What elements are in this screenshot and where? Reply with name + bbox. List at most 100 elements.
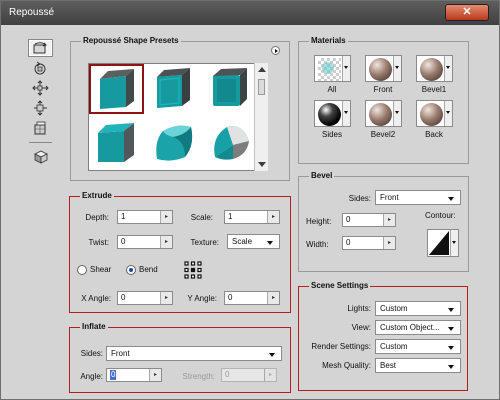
material-all-button[interactable] bbox=[314, 55, 351, 82]
y-angle-field[interactable]: 0 ▸ bbox=[224, 291, 280, 305]
inflate-strength-label: Strength: bbox=[182, 372, 215, 381]
scroll-thumb[interactable] bbox=[258, 79, 265, 95]
depth-slider-arrow-icon[interactable]: ▸ bbox=[160, 211, 172, 223]
scale-tool-button[interactable] bbox=[28, 119, 53, 137]
linear-contour-icon bbox=[429, 231, 449, 255]
contour-picker[interactable] bbox=[427, 229, 459, 257]
preset-tile[interactable] bbox=[146, 64, 201, 114]
chevron-down-icon bbox=[448, 308, 454, 312]
texture-select[interactable]: Scale bbox=[227, 234, 280, 249]
bevel-height-slider-arrow-icon[interactable]: ▸ bbox=[383, 214, 395, 226]
dropdown-arrow-icon[interactable] bbox=[393, 101, 401, 126]
material-front-button[interactable] bbox=[365, 55, 402, 82]
material-sides-button[interactable] bbox=[314, 100, 351, 127]
material-back-label: Back bbox=[425, 130, 443, 139]
render-settings-select[interactable]: Custom bbox=[375, 339, 461, 354]
view-label: View: bbox=[351, 323, 371, 332]
inflate-angle-slider-arrow-icon[interactable]: ▸ bbox=[149, 369, 161, 381]
preset-grid[interactable] bbox=[88, 63, 268, 171]
shear-label: Shear bbox=[90, 265, 112, 274]
depth-field[interactable]: 1 ▸ bbox=[117, 210, 173, 224]
preset-tile[interactable] bbox=[202, 116, 257, 166]
bevel-height-field[interactable]: 0 ▸ bbox=[342, 213, 396, 227]
inflate-sides-select[interactable]: Front bbox=[106, 346, 282, 361]
drag-tool-button[interactable] bbox=[28, 79, 53, 97]
material-sides-label: Sides bbox=[321, 130, 342, 139]
y-angle-slider-arrow-icon[interactable]: ▸ bbox=[267, 292, 279, 304]
chevron-down-icon bbox=[269, 353, 275, 357]
reference-point-grid-icon[interactable] bbox=[184, 261, 202, 279]
scroll-down-arrow-icon[interactable] bbox=[258, 162, 266, 167]
rounded-cube-preset-icon bbox=[212, 68, 247, 106]
presets-menu-flyout-icon[interactable] bbox=[271, 46, 280, 55]
lights-select[interactable]: Custom bbox=[375, 301, 461, 316]
flat-extrusion-preset-icon bbox=[97, 123, 134, 162]
twist-field[interactable]: 0 ▸ bbox=[117, 235, 173, 249]
inflate-sides-value: Front bbox=[111, 349, 130, 358]
bend-radio[interactable] bbox=[126, 265, 136, 275]
x-angle-label: X Angle: bbox=[81, 294, 111, 303]
inflate-strength-value: 0 bbox=[225, 370, 230, 379]
inflated-cube-preset-icon bbox=[155, 125, 192, 161]
bevel-height-label: Height: bbox=[306, 217, 332, 226]
title-bar: Repoussé ✕ bbox=[1, 1, 499, 25]
lights-label: Lights: bbox=[347, 304, 371, 313]
render-settings-value: Custom bbox=[380, 342, 408, 351]
texture-value: Scale bbox=[232, 237, 253, 246]
scale-slider-arrow-icon[interactable]: ▸ bbox=[267, 211, 279, 223]
preset-tile[interactable] bbox=[202, 64, 257, 114]
slide-object-icon bbox=[34, 100, 47, 116]
twist-slider-arrow-icon[interactable]: ▸ bbox=[160, 236, 172, 248]
dropdown-arrow-icon[interactable] bbox=[450, 230, 458, 256]
scale-value: 1 bbox=[228, 212, 233, 221]
inflate-angle-label: Angle: bbox=[80, 372, 103, 381]
slide-tool-button[interactable] bbox=[28, 99, 53, 117]
material-bevel1-button[interactable] bbox=[416, 55, 453, 82]
material-bevel2-button[interactable] bbox=[365, 100, 402, 127]
material-bevel1-label: Bevel1 bbox=[421, 85, 447, 94]
materials-legend: Materials bbox=[309, 36, 348, 46]
roll-tool-button[interactable] bbox=[28, 59, 53, 77]
bevel-width-value: 0 bbox=[346, 238, 351, 247]
depth-value: 1 bbox=[121, 212, 126, 221]
camera-tool-button[interactable] bbox=[28, 147, 53, 165]
preset-tile[interactable] bbox=[89, 116, 144, 166]
bevel-width-field[interactable]: 0 ▸ bbox=[342, 236, 396, 250]
material-back-button[interactable] bbox=[416, 100, 453, 127]
preset-tile[interactable] bbox=[146, 116, 201, 166]
dropdown-arrow-icon[interactable] bbox=[444, 101, 452, 126]
x-angle-slider-arrow-icon[interactable]: ▸ bbox=[160, 292, 172, 304]
shear-radio[interactable] bbox=[77, 265, 87, 275]
mesh-quality-value: Best bbox=[380, 361, 397, 370]
dropdown-arrow-icon[interactable] bbox=[444, 56, 452, 81]
view-value: Custom Object... bbox=[380, 323, 440, 332]
x-angle-field[interactable]: 0 ▸ bbox=[117, 291, 173, 305]
close-button[interactable]: ✕ bbox=[445, 4, 489, 21]
rotate-tool-button[interactable] bbox=[28, 39, 53, 57]
preset-scrollbar[interactable] bbox=[254, 63, 268, 171]
dropdown-arrow-icon[interactable] bbox=[342, 101, 350, 126]
scale-field[interactable]: 1 ▸ bbox=[224, 210, 280, 224]
bevel-width-label: Width: bbox=[306, 240, 329, 249]
render-settings-label: Render Settings: bbox=[311, 342, 371, 351]
material-bevel2-label: Bevel2 bbox=[370, 130, 396, 139]
scroll-up-arrow-icon[interactable] bbox=[258, 67, 266, 72]
preset-tile[interactable] bbox=[89, 64, 144, 114]
bevel-width-slider-arrow-icon[interactable]: ▸ bbox=[383, 237, 395, 249]
chevron-down-icon bbox=[448, 346, 454, 350]
mesh-quality-select[interactable]: Best bbox=[375, 358, 461, 373]
bevel-legend: Bevel bbox=[309, 171, 335, 181]
inflate-strength-field: 0 ▸ bbox=[221, 368, 277, 382]
dropdown-arrow-icon[interactable] bbox=[393, 56, 401, 81]
view-select[interactable]: Custom Object... bbox=[375, 320, 461, 335]
inflate-legend: Inflate bbox=[80, 322, 108, 332]
bevel-sides-select[interactable]: Front bbox=[375, 190, 461, 205]
material-front-label: Front bbox=[373, 85, 393, 94]
y-angle-value: 0 bbox=[228, 293, 233, 302]
rotate-object-icon bbox=[33, 41, 47, 53]
chevron-down-icon bbox=[448, 327, 454, 331]
twist-label: Twist: bbox=[88, 238, 109, 247]
inflate-angle-field[interactable]: 0 ▸ bbox=[106, 368, 162, 382]
x-angle-value: 0 bbox=[121, 293, 126, 302]
dropdown-arrow-icon[interactable] bbox=[342, 56, 350, 81]
